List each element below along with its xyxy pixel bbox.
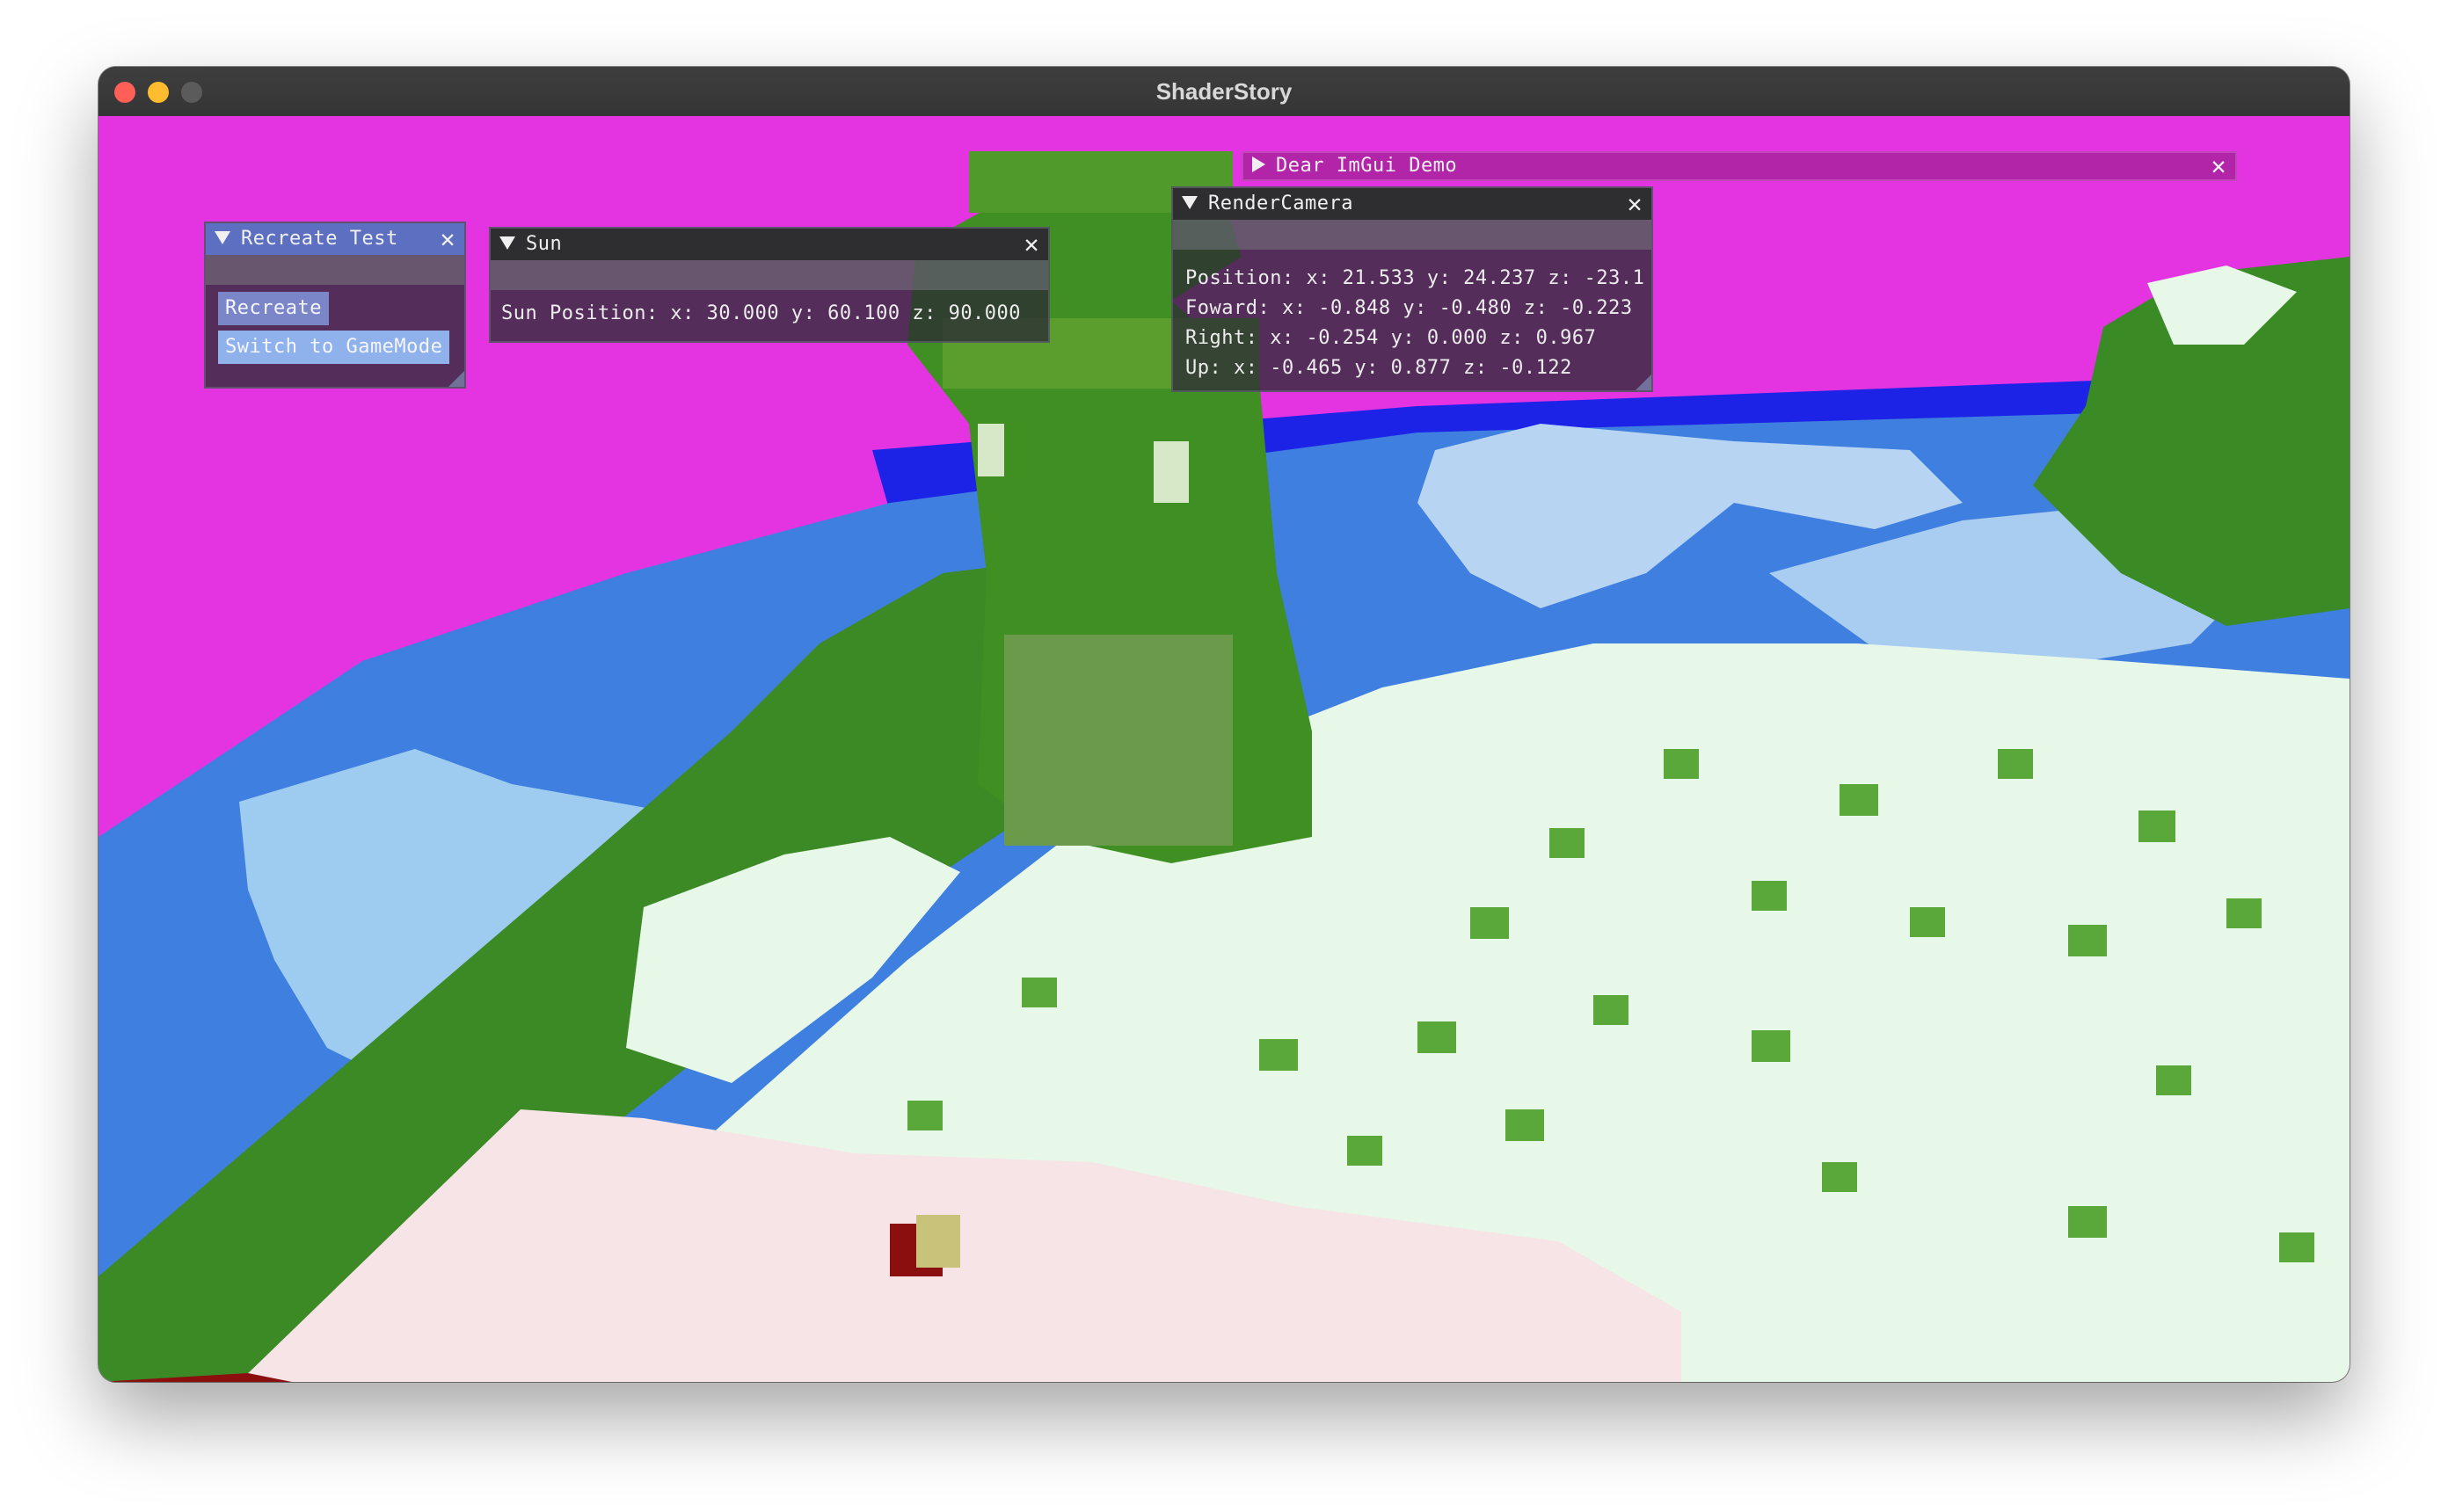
resize-grip[interactable]: [1636, 374, 1651, 390]
demo-header[interactable]: Dear ImGui Demo ✕: [1243, 153, 2235, 179]
tower-window-left: [978, 424, 1004, 476]
close-icon[interactable]: ✕: [1024, 229, 1039, 260]
camera-forward-text: Foward: x: -0.848 y: -0.480 z: -0.223: [1185, 297, 1633, 319]
demo-title: Dear ImGui Demo: [1276, 155, 1458, 177]
close-icon[interactable]: ✕: [441, 223, 455, 255]
title-bar: ShaderStory: [98, 67, 2350, 118]
recreate-button[interactable]: Recreate: [218, 292, 329, 325]
menu-bar: [206, 255, 464, 285]
sun-position-text: Sun Position: x: 30.000 y: 60.100 z: 90.…: [501, 302, 1022, 324]
expand-icon[interactable]: [1252, 156, 1265, 172]
render-camera-header[interactable]: RenderCamera ✕: [1173, 188, 1651, 220]
sun-header[interactable]: Sun ✕: [491, 229, 1048, 260]
camera-up-text: Up: x: -0.465 y: 0.877 z: -0.122: [1185, 357, 1572, 379]
recreate-test-header[interactable]: Recreate Test ✕: [206, 223, 464, 255]
render-viewport[interactable]: Dear ImGui Demo ✕ Recreate Test ✕ Recrea…: [98, 116, 2350, 1382]
collapse-icon[interactable]: [499, 236, 515, 250]
menu-bar: [1173, 220, 1651, 250]
app-window: ShaderStory Dear ImGui Demo ✕ Recreate T…: [98, 67, 2350, 1382]
switch-to-gamemode-button[interactable]: Switch to GameMode: [218, 331, 450, 364]
render-camera-title: RenderCamera: [1208, 193, 1353, 214]
collapse-icon[interactable]: [1182, 195, 1198, 209]
window-title: ShaderStory: [1155, 78, 1293, 105]
small-tree: [916, 1215, 960, 1268]
recreate-test-title: Recreate Test: [241, 228, 398, 250]
close-icon[interactable]: ✕: [1628, 188, 1643, 220]
tower-base: [1004, 635, 1233, 846]
sun-title: Sun: [526, 233, 563, 255]
camera-position-text: Position: x: 21.533 y: 24.237 z: -23.1: [1185, 267, 1645, 289]
resize-grip[interactable]: [448, 371, 464, 387]
collapse-icon[interactable]: [215, 230, 230, 244]
recreate-test-window: Recreate Test ✕ Recreate Switch to GameM…: [204, 222, 466, 389]
imgui-demo-window[interactable]: Dear ImGui Demo ✕: [1242, 151, 2237, 181]
close-icon[interactable]: ✕: [2211, 153, 2226, 179]
menu-bar: [491, 260, 1048, 290]
sun-window: Sun ✕ Sun Position: x: 30.000 y: 60.100 …: [489, 227, 1050, 343]
camera-right-text: Right: x: -0.254 y: 0.000 z: 0.967: [1185, 327, 1597, 349]
render-camera-window: RenderCamera ✕ Position: x: 21.533 y: 24…: [1171, 186, 1653, 392]
tower-window-right: [1154, 441, 1189, 503]
